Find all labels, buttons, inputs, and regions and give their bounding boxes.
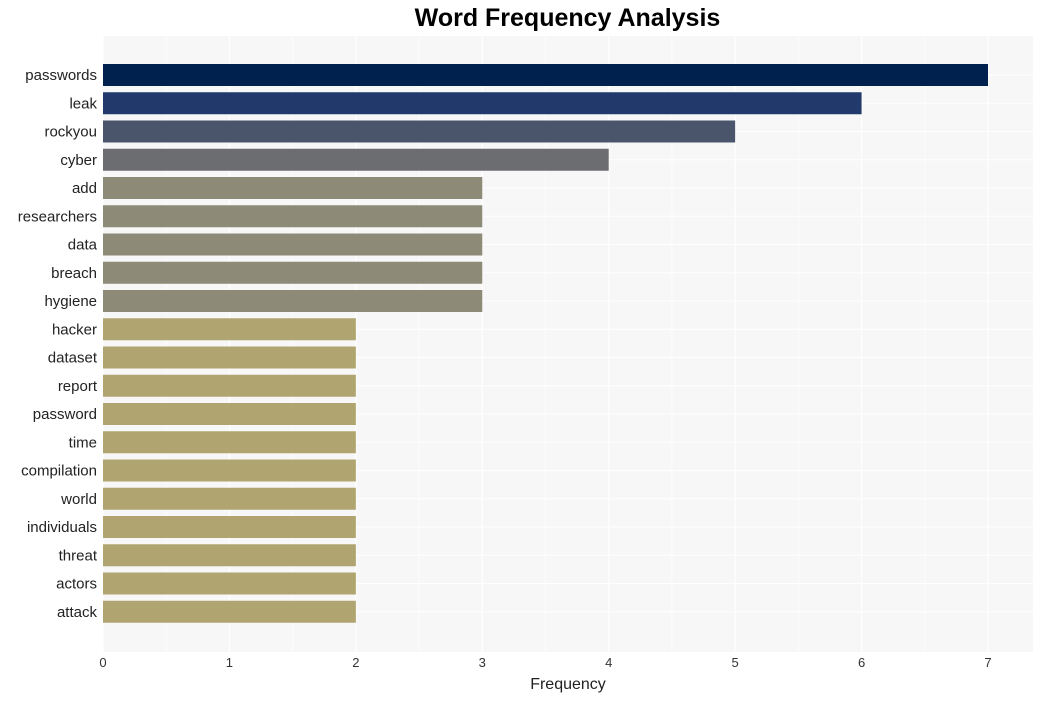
category-label: compilation xyxy=(21,463,97,480)
category-label: leak xyxy=(69,95,97,112)
bar-leak xyxy=(103,92,862,115)
bar-chart: passwords leak rockyou cyber add researchers d… xyxy=(18,36,1033,693)
bar-rockyou xyxy=(103,120,736,143)
category-label: hacker xyxy=(52,321,97,338)
category-label: researchers xyxy=(18,208,97,225)
bar-data xyxy=(103,233,483,256)
x-tick-label: 1 xyxy=(226,655,233,670)
category-label: individuals xyxy=(27,519,97,536)
category-label: data xyxy=(68,237,98,254)
bar-dataset xyxy=(103,346,356,369)
x-tick-label: 3 xyxy=(479,655,486,670)
x-tick-label: 6 xyxy=(858,655,865,670)
category-label: hygiene xyxy=(44,293,97,310)
bar-password xyxy=(103,403,356,425)
category-label: cyber xyxy=(60,152,97,169)
category-label: report xyxy=(58,378,98,395)
category-label: breach xyxy=(51,265,97,282)
x-tick-label: 4 xyxy=(605,655,612,670)
category-label: add xyxy=(72,180,97,197)
bar-add xyxy=(103,177,483,199)
bar-passwords xyxy=(103,64,988,86)
bar-individuals xyxy=(103,516,356,538)
bar-hacker xyxy=(103,318,356,341)
bar-time xyxy=(103,431,356,454)
bar-attack xyxy=(103,600,356,623)
category-label: threat xyxy=(59,547,98,564)
bar-breach xyxy=(103,261,483,284)
category-label: dataset xyxy=(48,350,98,367)
category-label: passwords xyxy=(25,67,97,84)
category-label: actors xyxy=(56,576,97,593)
category-label: password xyxy=(33,406,97,423)
x-axis-label: Frequency xyxy=(530,676,606,693)
bar-hygiene xyxy=(103,290,483,312)
bar-researchers xyxy=(103,205,483,228)
x-tick-label: 5 xyxy=(732,655,739,670)
category-label: time xyxy=(69,434,97,451)
bar-report xyxy=(103,374,356,397)
category-label: attack xyxy=(57,604,98,621)
category-labels: passwords leak rockyou cyber add researchers d… xyxy=(18,67,98,621)
bar-world xyxy=(103,487,356,510)
category-label: world xyxy=(60,491,97,508)
x-tick-label: 7 xyxy=(984,655,991,670)
x-tick-label: 0 xyxy=(99,655,106,670)
bar-actors xyxy=(103,572,356,595)
bar-compilation xyxy=(103,459,356,482)
bar-threat xyxy=(103,544,356,567)
x-tick-labels: 0 1 2 3 4 5 6 7 xyxy=(99,655,991,670)
bar-cyber xyxy=(103,148,609,171)
category-label: rockyou xyxy=(44,124,97,141)
x-tick-label: 2 xyxy=(352,655,359,670)
